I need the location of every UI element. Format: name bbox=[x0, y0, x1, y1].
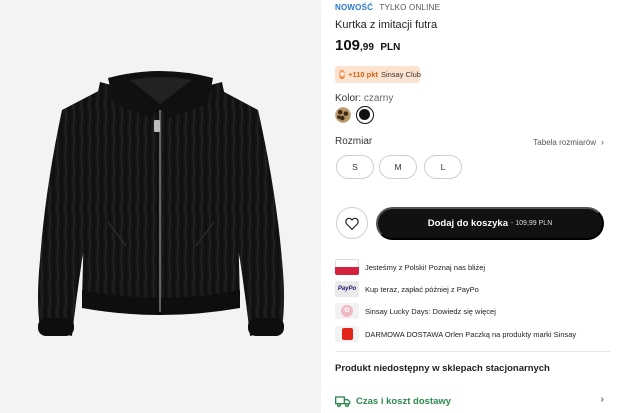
size-option-m[interactable]: M bbox=[379, 155, 417, 179]
delivery-info-link[interactable]: Czas i koszt dostawy › bbox=[335, 392, 610, 410]
price-decimal: ,99 bbox=[360, 42, 374, 53]
promo-text: Sinsay Lucky Days: Dowiedz się więcej bbox=[365, 306, 496, 316]
promo-text: Kup teraz, zapłać później z PayPo bbox=[365, 284, 479, 294]
size-label: Rozmiar bbox=[335, 136, 373, 147]
delivery-label: Czas i koszt dostawy bbox=[356, 395, 452, 407]
new-badge: NOWOŚĆ bbox=[335, 3, 374, 12]
add-to-cart-button[interactable]: Dodaj do koszyka - 109,99 PLN bbox=[376, 207, 604, 240]
price-currency: PLN bbox=[380, 42, 401, 53]
store-availability-note: Produkt niedostępny w sklepach stacjonar… bbox=[335, 363, 550, 374]
size-table-label: Tabela rozmiarów bbox=[533, 138, 596, 147]
size-option-l[interactable]: L bbox=[424, 155, 462, 179]
lucky-days-logo: ✿ bbox=[335, 303, 359, 319]
product-tags: NOWOŚĆ TYLKO ONLINE bbox=[335, 3, 440, 12]
product-price: 109,99 PLN bbox=[335, 37, 400, 55]
product-info-panel: NOWOŚĆ TYLKO ONLINE Kurtka z imitacji fu… bbox=[335, 0, 610, 413]
promo-text: Jesteśmy z Polski! Poznaj nas bliżej bbox=[365, 262, 486, 272]
price-integer: 109 bbox=[335, 37, 361, 54]
size-table-link[interactable]: Tabela rozmiarów › bbox=[533, 137, 604, 147]
loyalty-points-badge: ◉ +110 pkt Sinsay Club bbox=[335, 66, 421, 83]
color-value: czarny bbox=[363, 93, 394, 104]
points-program: Sinsay Club bbox=[380, 70, 421, 79]
promo-paypo[interactable]: PayPo Kup teraz, zapłać później z PayPo bbox=[335, 280, 610, 298]
black-swatch-fill bbox=[359, 109, 370, 120]
poland-flag-icon bbox=[335, 259, 359, 275]
add-to-cart-price: - 109,99 PLN bbox=[511, 220, 553, 227]
paypo-logo: PayPo bbox=[335, 281, 359, 297]
orlen-logo bbox=[335, 326, 359, 342]
coin-icon: ◉ bbox=[339, 70, 346, 79]
divider bbox=[335, 351, 610, 352]
chevron-right-icon: › bbox=[601, 137, 604, 147]
black-swatch[interactable] bbox=[356, 106, 374, 124]
jacket-image bbox=[38, 71, 284, 336]
promo-free-delivery[interactable]: DARMOWA DOSTAWA Orlen Paczką na produkty… bbox=[335, 325, 610, 343]
product-title: Kurtka z imitacji futra bbox=[335, 19, 438, 31]
points-value: +110 pkt bbox=[348, 70, 378, 79]
promo-text: DARMOWA DOSTAWA Orlen Paczką na produkty… bbox=[365, 329, 577, 339]
wishlist-button[interactable] bbox=[336, 207, 368, 239]
add-to-cart-label: Dodaj do koszyka bbox=[427, 218, 508, 229]
truck-icon bbox=[335, 396, 351, 407]
online-only-badge: TYLKO ONLINE bbox=[379, 3, 441, 12]
promo-lucky-days[interactable]: ✿ Sinsay Lucky Days: Dowiedz się więcej bbox=[335, 302, 610, 320]
heart-icon bbox=[345, 217, 359, 230]
promo-made-in-poland[interactable]: Jesteśmy z Polski! Poznaj nas bliżej bbox=[335, 258, 610, 276]
color-selector-label: Kolor: czarny bbox=[335, 93, 393, 104]
chevron-right-icon: › bbox=[600, 394, 604, 405]
leopard-swatch[interactable] bbox=[335, 107, 351, 123]
color-label: Kolor: bbox=[335, 93, 362, 104]
product-image[interactable] bbox=[0, 0, 321, 413]
size-option-s[interactable]: S bbox=[336, 155, 374, 179]
